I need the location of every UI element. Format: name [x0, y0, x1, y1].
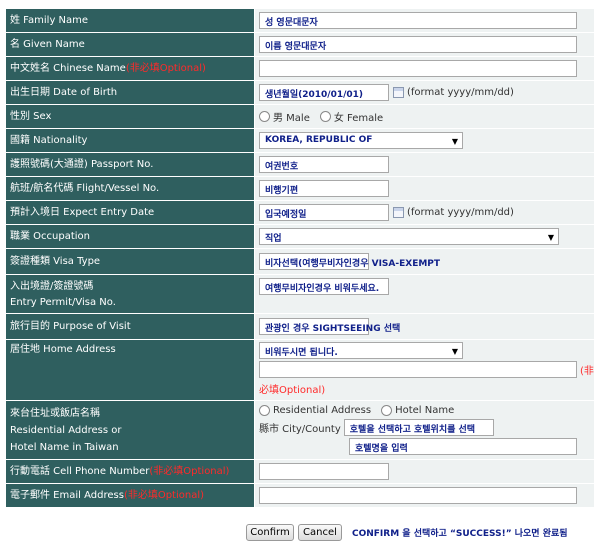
date-format-hint: (format yyyy/mm/dd) [407, 207, 514, 218]
chevron-down-icon: ▼ [451, 137, 458, 146]
passport-label: 護照號碼(大通證) Passport No. [6, 153, 254, 176]
row-entry-date: 預計入境日 Expect Entry Date 입국예정일 (format yyy… [6, 201, 594, 224]
birth-date-label: 出生日期 Date of Birth [6, 81, 254, 104]
sex-label: 性別 Sex [6, 105, 254, 128]
row-chinese-name: 中文姓名 Chinese Name(非必填Optional) [6, 57, 594, 80]
cancel-button[interactable]: Cancel [298, 524, 342, 541]
visa-application-form: 姓 Family Name 성 영문대문자 名 Given Name 이름 영문… [5, 8, 595, 508]
chevron-down-icon: ▼ [547, 233, 554, 242]
row-flight: 航班/航名代碼 Flight/Vessel No. 비행기편 [6, 177, 594, 200]
row-email: 電子郵件 Email Address(非必填Optional) [6, 484, 594, 507]
entry-permit-input[interactable]: 여행무비자인경우 비워두세요. [259, 278, 389, 295]
entry-date-input[interactable]: 입국예정일 [259, 204, 389, 221]
optional-tag: (非必填Optional) [125, 63, 206, 74]
row-visa-type: 簽證種類 Visa Type 비자선택(여행무비자인경우 VISA-EXEMPT [6, 249, 594, 274]
female-radio[interactable] [319, 111, 331, 122]
male-option-label: 男 Male [273, 113, 310, 124]
row-residential: 來台住址或飯店名稱 Residential Address or Hotel Nam… [6, 401, 594, 459]
row-family-name: 姓 Family Name 성 영문대문자 [6, 9, 594, 32]
calendar-icon[interactable] [393, 87, 404, 98]
row-home-address: 居住地 Home Address 비워두시면 됩니다. ▼ (非 必填Option… [6, 340, 594, 400]
chinese-name-input[interactable] [259, 60, 577, 77]
flight-input[interactable]: 비행기편 [259, 180, 389, 197]
home-address-select[interactable]: 비워두시면 됩니다. ▼ [259, 342, 463, 359]
given-name-input[interactable]: 이름 영문대문자 [259, 36, 577, 53]
instruction-note: CONFIRM 을 선택하고 “SUCCESS!” 나오면 완료됨 [352, 529, 568, 539]
hotel-name-input[interactable]: 호텔명을 입력 [349, 437, 577, 455]
optional-tag: (非 [580, 366, 594, 377]
city-county-label: 縣市 City/County [259, 423, 341, 435]
row-purpose: 旅行目的 Purpose of Visit 관광인 경우 SIGHTSEEING… [6, 314, 594, 339]
residential-label: 來台住址或飯店名稱 Residential Address or Hotel Nam… [6, 401, 254, 459]
date-format-hint: (format yyyy/mm/dd) [407, 87, 514, 98]
email-input[interactable] [259, 487, 577, 504]
confirm-button[interactable]: Confirm [246, 524, 294, 541]
visa-type-label: 簽證種類 Visa Type [6, 249, 254, 274]
row-sex: 性別 Sex 男 Male 女 Female [6, 105, 594, 128]
row-occupation: 職業 Occupation 직업 ▼ [6, 225, 594, 248]
entry-permit-label: 入出境證/簽證號碼 Entry Permit/Visa No. [6, 275, 254, 313]
home-address-label: 居住地 Home Address [6, 340, 254, 400]
flight-label: 航班/航名代碼 Flight/Vessel No. [6, 177, 254, 200]
row-given-name: 名 Given Name 이름 영문대문자 [6, 33, 594, 56]
family-name-input[interactable]: 성 영문대문자 [259, 12, 577, 29]
optional-tag-continued: 必填Optional) [259, 385, 326, 396]
male-radio[interactable] [259, 111, 270, 122]
chevron-down-icon: ▼ [451, 347, 458, 356]
nationality-select[interactable]: KOREA, REPUBLIC OF ▼ [259, 132, 463, 149]
visa-type-select[interactable]: 비자선택(여행무비자인경우 VISA-EXEMPT [259, 253, 440, 270]
home-address-input[interactable] [259, 361, 577, 378]
email-label: 電子郵件 Email Address(非必填Optional) [6, 484, 254, 507]
female-option-label: 女 Female [333, 113, 384, 124]
hotel-option-label: Hotel Name [395, 405, 455, 417]
row-entry-permit: 入出境證/簽證號碼 Entry Permit/Visa No. 여행무비자인경우 … [6, 275, 594, 313]
purpose-label: 旅行目的 Purpose of Visit [6, 314, 254, 339]
row-passport: 護照號碼(大通證) Passport No. 여권번호 [6, 153, 594, 176]
birth-date-input[interactable]: 생년월일(2010/01/01) [259, 84, 389, 101]
occupation-label: 職業 Occupation [6, 225, 254, 248]
row-birth-date: 出生日期 Date of Birth 생년월일(2010/01/01) (form… [6, 81, 594, 104]
occupation-select[interactable]: 직업 ▼ [259, 228, 559, 245]
city-county-select[interactable]: 호텔을 선택하고 호텔위치를 선택 [343, 418, 494, 436]
family-name-label: 姓 Family Name [6, 9, 254, 32]
passport-input[interactable]: 여권번호 [259, 156, 389, 173]
residential-address-radio[interactable] [259, 405, 270, 417]
optional-tag: (非必填Optional) [123, 490, 205, 501]
row-phone: 行動電話 Cell Phone Number(非必填Optional) [6, 460, 594, 483]
chinese-name-label: 中文姓名 Chinese Name(非必填Optional) [6, 57, 254, 80]
phone-label: 行動電話 Cell Phone Number(非必填Optional) [6, 460, 254, 483]
phone-input[interactable] [259, 463, 389, 480]
calendar-icon[interactable] [393, 207, 404, 218]
nationality-label: 國籍 Nationality [6, 129, 254, 152]
entry-date-label: 預計入境日 Expect Entry Date [6, 201, 254, 224]
residential-option-label: Residential Address [273, 405, 372, 417]
purpose-select[interactable]: 관광인 경우 SIGHTSEEING 선택 [259, 318, 400, 335]
optional-tag: (非必填Optional) [149, 466, 230, 477]
hotel-name-radio[interactable] [381, 405, 393, 417]
given-name-label: 名 Given Name [6, 33, 254, 56]
row-nationality: 國籍 Nationality KOREA, REPUBLIC OF ▼ [6, 129, 594, 152]
